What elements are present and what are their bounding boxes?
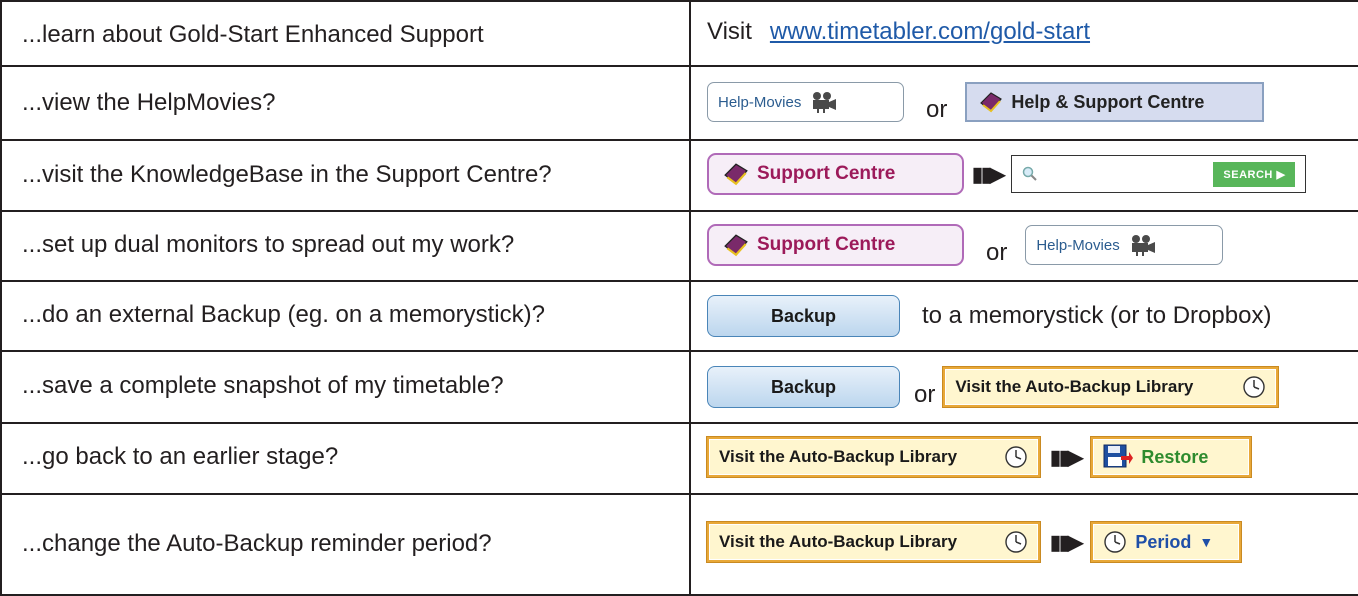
backup-label: Backup — [770, 305, 837, 326]
auto-backup-library-button[interactable]: Visit the Auto-Backup Library — [943, 367, 1279, 407]
dropdown-arrow-icon: ▼ — [1199, 534, 1214, 550]
row-divider — [0, 139, 1358, 141]
backup-button[interactable]: Backup — [707, 295, 900, 337]
auto-backup-library-label: Visit the Auto-Backup Library — [719, 447, 958, 466]
answer-cell: Visit the Auto-Backup Library ▮▮▶ Period… — [707, 522, 1242, 562]
answer-cell: Visit the Auto-Backup Library ▮▮▶ Restor… — [707, 437, 1252, 477]
row-divider — [0, 65, 1358, 67]
clock-icon — [1242, 375, 1266, 399]
film-camera-icon — [809, 91, 837, 113]
backup-button[interactable]: Backup — [707, 366, 900, 408]
question-text: ...do an external Backup (eg. on a memor… — [22, 301, 545, 328]
auto-backup-library-button[interactable]: Visit the Auto-Backup Library — [707, 522, 1040, 562]
table-border — [0, 0, 2, 596]
question-text: ...go back to an earlier stage? — [22, 443, 339, 470]
help-support-centre-label: Help & Support Centre — [1011, 91, 1205, 112]
search-button[interactable]: SEARCH ▶ — [1213, 161, 1296, 187]
arrow-right-icon: ▮▮▶ — [1050, 446, 1083, 469]
film-camera-icon — [1128, 234, 1156, 256]
clock-icon — [1004, 445, 1028, 469]
row-divider — [0, 280, 1358, 282]
column-divider — [689, 0, 691, 596]
help-movies-button[interactable]: Help-Movies — [707, 82, 904, 122]
clock-icon — [1103, 530, 1127, 554]
or-text: or — [914, 381, 936, 408]
question-text: ...set up dual monitors to spread out my… — [22, 231, 515, 258]
answer-cell: Backup to a memorystick (or to Dropbox) — [707, 295, 1271, 337]
search-label: SEARCH — [1223, 168, 1273, 181]
or-text: or — [926, 96, 948, 123]
support-centre-button[interactable]: Support Centre — [707, 153, 964, 195]
period-label: Period — [1135, 531, 1192, 552]
gold-start-link[interactable]: www.timetabler.com/gold-start — [770, 18, 1090, 46]
backup-label: Backup — [770, 376, 837, 397]
or-text: or — [986, 239, 1008, 266]
book-icon — [979, 91, 1003, 113]
book-icon — [723, 233, 749, 257]
row-divider — [0, 493, 1358, 495]
question-text: ...change the Auto-Backup reminder perio… — [22, 530, 492, 557]
question-text: ...learn about Gold-Start Enhanced Suppo… — [22, 21, 484, 48]
floppy-disk-icon — [1103, 444, 1134, 470]
support-centre-button[interactable]: Support Centre — [707, 224, 964, 266]
answer-cell: Support Centre or Help-Movies — [707, 224, 1224, 266]
arrow-right-icon: ▮▮▶ — [1050, 531, 1083, 554]
help-table: ...learn about Gold-Start Enhanced Suppo… — [0, 0, 1358, 596]
question-text: ...visit the KnowledgeBase in the Suppor… — [22, 161, 552, 188]
table-border — [0, 0, 1358, 2]
support-centre-label: Support Centre — [757, 234, 896, 255]
answer-cell: Support Centre ▮▮▶ SEARCH ▶ — [707, 153, 1307, 195]
auto-backup-library-label: Visit the Auto-Backup Library — [955, 377, 1194, 396]
period-dropdown[interactable]: Period ▼ — [1091, 522, 1242, 562]
clock-icon — [1004, 530, 1028, 554]
magnifier-icon — [1022, 166, 1038, 182]
support-centre-label: Support Centre — [757, 163, 896, 184]
backup-destination-text: to a memorystick (or to Dropbox) — [922, 302, 1272, 329]
question-text: ...view the HelpMovies? — [22, 89, 276, 116]
visit-label: Visit — [707, 18, 752, 45]
answer-cell: Backup or Visit the Auto-Backup Library — [707, 366, 1279, 408]
help-support-centre-button[interactable]: Help & Support Centre — [965, 82, 1265, 122]
knowledgebase-search[interactable]: SEARCH ▶ — [1011, 155, 1307, 193]
question-text: ...save a complete snapshot of my timeta… — [22, 372, 504, 399]
auto-backup-library-button[interactable]: Visit the Auto-Backup Library — [707, 437, 1040, 477]
auto-backup-library-label: Visit the Auto-Backup Library — [719, 532, 958, 551]
book-icon — [723, 162, 749, 186]
arrow-right-icon: ▶ — [1276, 168, 1286, 181]
restore-button[interactable]: Restore — [1091, 437, 1252, 477]
answer-cell: Visit www.timetabler.com/gold-start — [707, 18, 1090, 46]
answer-cell: Help-Movies or Help & Support Centre — [707, 82, 1265, 123]
row-divider — [0, 350, 1358, 352]
row-divider — [0, 422, 1358, 424]
help-movies-label: Help-Movies — [718, 93, 802, 111]
row-divider — [0, 210, 1358, 212]
restore-label: Restore — [1141, 446, 1209, 467]
arrow-right-icon: ▮▮▶ — [972, 163, 1005, 186]
help-movies-button[interactable]: Help-Movies — [1025, 225, 1224, 265]
help-movies-label: Help-Movies — [1036, 236, 1120, 254]
